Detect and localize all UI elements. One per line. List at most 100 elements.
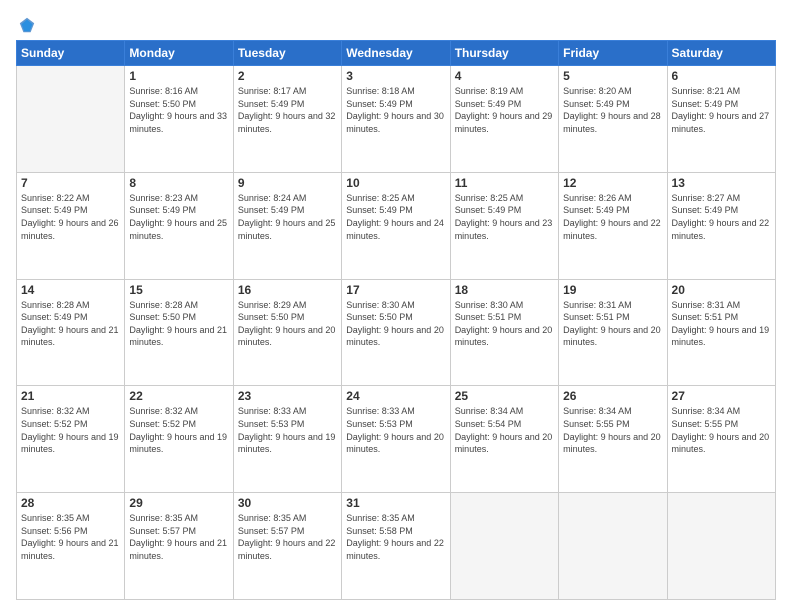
calendar-cell: 12 Sunrise: 8:26 AMSunset: 5:49 PMDayligh… <box>559 172 667 279</box>
day-info: Sunrise: 8:24 AMSunset: 5:49 PMDaylight:… <box>238 192 337 242</box>
day-info: Sunrise: 8:34 AMSunset: 5:55 PMDaylight:… <box>563 405 662 455</box>
day-number: 10 <box>346 176 445 190</box>
calendar-cell <box>450 493 558 600</box>
calendar-cell: 28 Sunrise: 8:35 AMSunset: 5:56 PMDayligh… <box>17 493 125 600</box>
day-info: Sunrise: 8:28 AMSunset: 5:49 PMDaylight:… <box>21 299 120 349</box>
header <box>16 12 776 34</box>
calendar-week-row: 14 Sunrise: 8:28 AMSunset: 5:49 PMDayligh… <box>17 279 776 386</box>
day-number: 2 <box>238 69 337 83</box>
day-info: Sunrise: 8:35 AMSunset: 5:57 PMDaylight:… <box>238 512 337 562</box>
day-number: 5 <box>563 69 662 83</box>
day-info: Sunrise: 8:25 AMSunset: 5:49 PMDaylight:… <box>455 192 554 242</box>
calendar-cell: 4 Sunrise: 8:19 AMSunset: 5:49 PMDaylight… <box>450 66 558 173</box>
day-number: 25 <box>455 389 554 403</box>
day-number: 6 <box>672 69 771 83</box>
calendar-cell <box>17 66 125 173</box>
day-number: 22 <box>129 389 228 403</box>
calendar-cell: 22 Sunrise: 8:32 AMSunset: 5:52 PMDayligh… <box>125 386 233 493</box>
day-number: 12 <box>563 176 662 190</box>
calendar-week-row: 7Sunrise: 8:22 AMSunset: 5:49 PMDaylight… <box>17 172 776 279</box>
day-number: 16 <box>238 283 337 297</box>
calendar-cell: 11 Sunrise: 8:25 AMSunset: 5:49 PMDayligh… <box>450 172 558 279</box>
day-number: 17 <box>346 283 445 297</box>
day-info: Sunrise: 8:18 AMSunset: 5:49 PMDaylight:… <box>346 85 445 135</box>
calendar-body: 1 Sunrise: 8:16 AMSunset: 5:50 PMDaylight… <box>17 66 776 600</box>
day-number: 8 <box>129 176 228 190</box>
calendar-cell: 29 Sunrise: 8:35 AMSunset: 5:57 PMDayligh… <box>125 493 233 600</box>
day-number: 14 <box>21 283 120 297</box>
calendar-cell: 19Sunrise: 8:31 AMSunset: 5:51 PMDayligh… <box>559 279 667 386</box>
calendar-cell: 6Sunrise: 8:21 AMSunset: 5:49 PMDaylight… <box>667 66 775 173</box>
calendar-week-row: 1 Sunrise: 8:16 AMSunset: 5:50 PMDaylight… <box>17 66 776 173</box>
calendar-cell: 26 Sunrise: 8:34 AMSunset: 5:55 PMDayligh… <box>559 386 667 493</box>
day-number: 23 <box>238 389 337 403</box>
logo <box>16 16 36 34</box>
calendar-cell <box>559 493 667 600</box>
day-info: Sunrise: 8:35 AMSunset: 5:58 PMDaylight:… <box>346 512 445 562</box>
day-info: Sunrise: 8:19 AMSunset: 5:49 PMDaylight:… <box>455 85 554 135</box>
day-number: 30 <box>238 496 337 510</box>
calendar-cell: 16 Sunrise: 8:29 AMSunset: 5:50 PMDayligh… <box>233 279 341 386</box>
day-number: 9 <box>238 176 337 190</box>
day-info: Sunrise: 8:20 AMSunset: 5:49 PMDaylight:… <box>563 85 662 135</box>
day-number: 24 <box>346 389 445 403</box>
day-info: Sunrise: 8:22 AMSunset: 5:49 PMDaylight:… <box>21 192 120 242</box>
day-info: Sunrise: 8:17 AMSunset: 5:49 PMDaylight:… <box>238 85 337 135</box>
calendar-cell: 9 Sunrise: 8:24 AMSunset: 5:49 PMDaylight… <box>233 172 341 279</box>
calendar-cell: 24 Sunrise: 8:33 AMSunset: 5:53 PMDayligh… <box>342 386 450 493</box>
calendar-cell: 23 Sunrise: 8:33 AMSunset: 5:53 PMDayligh… <box>233 386 341 493</box>
day-number: 15 <box>129 283 228 297</box>
calendar-cell: 31 Sunrise: 8:35 AMSunset: 5:58 PMDayligh… <box>342 493 450 600</box>
calendar-cell: 18Sunrise: 8:30 AMSunset: 5:51 PMDayligh… <box>450 279 558 386</box>
weekday-header-row: SundayMondayTuesdayWednesdayThursdayFrid… <box>17 41 776 66</box>
calendar-cell: 21Sunrise: 8:32 AMSunset: 5:52 PMDayligh… <box>17 386 125 493</box>
calendar-cell: 13Sunrise: 8:27 AMSunset: 5:49 PMDayligh… <box>667 172 775 279</box>
day-info: Sunrise: 8:33 AMSunset: 5:53 PMDaylight:… <box>346 405 445 455</box>
day-number: 4 <box>455 69 554 83</box>
calendar-cell: 1 Sunrise: 8:16 AMSunset: 5:50 PMDaylight… <box>125 66 233 173</box>
day-info: Sunrise: 8:29 AMSunset: 5:50 PMDaylight:… <box>238 299 337 349</box>
weekday-header-cell: Sunday <box>17 41 125 66</box>
calendar-cell: 25 Sunrise: 8:34 AMSunset: 5:54 PMDayligh… <box>450 386 558 493</box>
day-number: 29 <box>129 496 228 510</box>
day-info: Sunrise: 8:31 AMSunset: 5:51 PMDaylight:… <box>672 299 771 349</box>
logo-icon <box>18 16 36 34</box>
day-number: 26 <box>563 389 662 403</box>
calendar-cell: 17 Sunrise: 8:30 AMSunset: 5:50 PMDayligh… <box>342 279 450 386</box>
weekday-header-cell: Wednesday <box>342 41 450 66</box>
day-info: Sunrise: 8:35 AMSunset: 5:56 PMDaylight:… <box>21 512 120 562</box>
weekday-header-cell: Monday <box>125 41 233 66</box>
day-info: Sunrise: 8:30 AMSunset: 5:50 PMDaylight:… <box>346 299 445 349</box>
calendar-cell: 8 Sunrise: 8:23 AMSunset: 5:49 PMDaylight… <box>125 172 233 279</box>
day-info: Sunrise: 8:32 AMSunset: 5:52 PMDaylight:… <box>129 405 228 455</box>
calendar-cell <box>667 493 775 600</box>
day-number: 11 <box>455 176 554 190</box>
day-info: Sunrise: 8:23 AMSunset: 5:49 PMDaylight:… <box>129 192 228 242</box>
day-info: Sunrise: 8:16 AMSunset: 5:50 PMDaylight:… <box>129 85 228 135</box>
weekday-header-cell: Saturday <box>667 41 775 66</box>
day-number: 31 <box>346 496 445 510</box>
day-number: 20 <box>672 283 771 297</box>
day-info: Sunrise: 8:33 AMSunset: 5:53 PMDaylight:… <box>238 405 337 455</box>
day-info: Sunrise: 8:25 AMSunset: 5:49 PMDaylight:… <box>346 192 445 242</box>
calendar-week-row: 21 Sunrise: 8:32 AMSunset: 5:52 PMDayligh… <box>17 386 776 493</box>
calendar-cell: 2 Sunrise: 8:17 AMSunset: 5:49 PMDaylight… <box>233 66 341 173</box>
day-info: Sunrise: 8:26 AMSunset: 5:49 PMDaylight:… <box>563 192 662 242</box>
calendar-cell: 30 Sunrise: 8:35 AMSunset: 5:57 PMDayligh… <box>233 493 341 600</box>
calendar-cell: 7Sunrise: 8:22 AMSunset: 5:49 PMDaylight… <box>17 172 125 279</box>
day-info: Sunrise: 8:34 AMSunset: 5:55 PMDaylight:… <box>672 405 771 455</box>
weekday-header-cell: Tuesday <box>233 41 341 66</box>
day-info: Sunrise: 8:28 AMSunset: 5:50 PMDaylight:… <box>129 299 228 349</box>
day-info: Sunrise: 8:34 AMSunset: 5:54 PMDaylight:… <box>455 405 554 455</box>
calendar-cell: 27 Sunrise: 8:34 AMSunset: 5:55 PMDayligh… <box>667 386 775 493</box>
day-info: Sunrise: 8:35 AMSunset: 5:57 PMDaylight:… <box>129 512 228 562</box>
calendar-cell: 3Sunrise: 8:18 AMSunset: 5:49 PMDaylight… <box>342 66 450 173</box>
day-number: 1 <box>129 69 228 83</box>
day-number: 28 <box>21 496 120 510</box>
weekday-header-cell: Friday <box>559 41 667 66</box>
day-number: 18 <box>455 283 554 297</box>
day-number: 27 <box>672 389 771 403</box>
day-number: 21 <box>21 389 120 403</box>
calendar-cell: 10 Sunrise: 8:25 AMSunset: 5:49 PMDayligh… <box>342 172 450 279</box>
day-number: 13 <box>672 176 771 190</box>
